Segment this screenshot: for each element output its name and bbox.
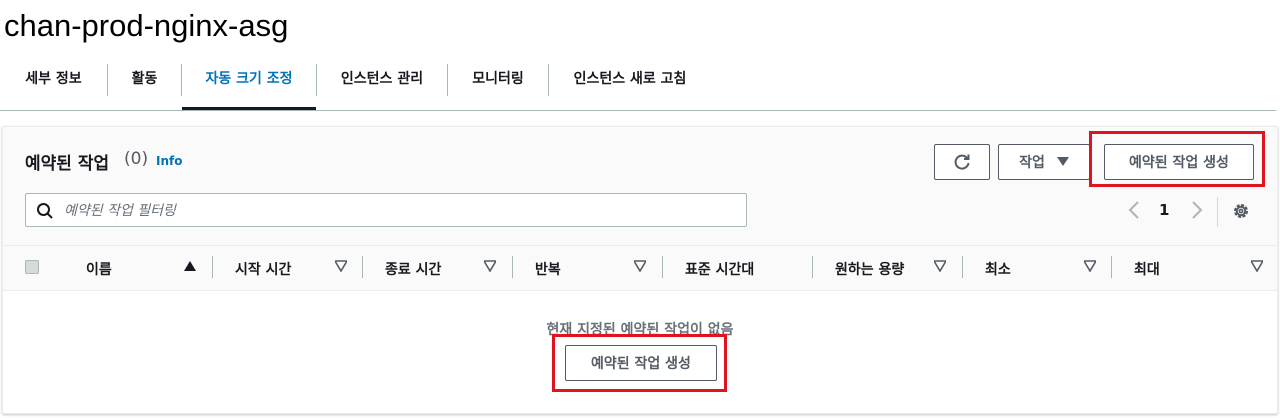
refresh-button[interactable]	[934, 144, 990, 180]
search-box	[25, 193, 747, 228]
sort-descending-icon[interactable]	[634, 260, 646, 272]
info-link[interactable]: Info	[156, 154, 182, 168]
chevron-left-icon[interactable]	[1127, 200, 1141, 220]
sort-descending-icon[interactable]	[1084, 260, 1096, 272]
highlight-box	[552, 334, 727, 392]
select-all-checkbox[interactable]	[25, 260, 39, 274]
column-header-start-time[interactable]: 시작 시간	[235, 259, 291, 279]
tab-instance-management[interactable]: 인스턴스 관리	[317, 56, 447, 108]
actions-dropdown-button[interactable]: 작업	[998, 144, 1090, 180]
tab-monitoring[interactable]: 모니터링	[448, 56, 548, 108]
sort-descending-icon[interactable]	[484, 260, 496, 272]
panel-header: 예약된 작업 (0) Info 작업 예약된 작업 생성 예약된 작업 필터링 …	[3, 127, 1277, 245]
column-divider[interactable]	[512, 256, 513, 278]
scheduled-actions-panel: 예약된 작업 (0) Info 작업 예약된 작업 생성 예약된 작업 필터링 …	[2, 126, 1278, 414]
sort-ascending-icon[interactable]	[184, 260, 196, 272]
pager-divider	[1217, 197, 1218, 227]
gear-icon[interactable]	[1231, 201, 1251, 221]
column-header-recurrence[interactable]: 반복	[535, 259, 561, 279]
actions-label: 작업	[1019, 155, 1045, 171]
caret-down-icon	[1056, 157, 1069, 166]
table-header: 이름 시작 시간 종료 시간 반복 표준 시간대 원하는 용량 최소 최대	[3, 245, 1277, 291]
column-header-min[interactable]: 최소	[985, 259, 1011, 279]
highlight-box	[1089, 131, 1265, 187]
column-header-name[interactable]: 이름	[86, 259, 112, 279]
tab-bar: 세부 정보 활동 자동 크기 조정 인스턴스 관리 모니터링 인스턴스 새로 고…	[0, 56, 1276, 111]
panel-title: 예약된 작업	[25, 154, 110, 174]
column-divider[interactable]	[662, 256, 663, 278]
search-icon	[37, 203, 53, 219]
column-header-time-zone[interactable]: 표준 시간대	[685, 259, 754, 279]
sort-descending-icon[interactable]	[934, 260, 946, 272]
tab-details[interactable]: 세부 정보	[0, 56, 107, 108]
sort-descending-icon[interactable]	[335, 260, 347, 272]
column-divider[interactable]	[1111, 256, 1112, 278]
tab-activity[interactable]: 활동	[108, 56, 181, 108]
column-divider[interactable]	[812, 256, 813, 278]
refresh-icon	[954, 154, 970, 170]
search-input[interactable]	[62, 194, 736, 228]
tab-automatic-scaling[interactable]: 자동 크기 조정	[182, 56, 316, 110]
column-divider[interactable]	[212, 256, 213, 278]
column-header-desired-capacity[interactable]: 원하는 용량	[835, 259, 904, 279]
current-page[interactable]: 1	[1159, 201, 1169, 219]
panel-count: (0)	[124, 149, 149, 169]
column-header-max[interactable]: 최대	[1134, 259, 1160, 279]
column-header-end-time[interactable]: 종료 시간	[385, 259, 441, 279]
column-divider[interactable]	[962, 256, 963, 278]
page-title: chan-prod-nginx-asg	[4, 8, 289, 43]
chevron-right-icon[interactable]	[1190, 200, 1204, 220]
sort-descending-icon[interactable]	[1251, 260, 1263, 272]
column-divider[interactable]	[362, 256, 363, 278]
tab-instance-refresh[interactable]: 인스턴스 새로 고침	[549, 56, 711, 108]
